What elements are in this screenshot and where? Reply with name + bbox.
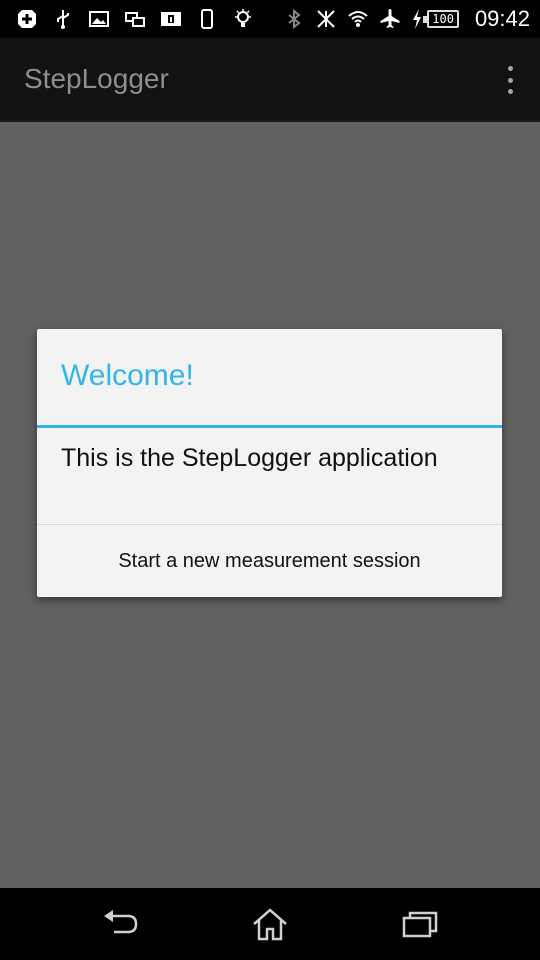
recents-icon[interactable] [400, 906, 440, 942]
phone-icon [196, 8, 218, 30]
dialog-message: This is the StepLogger application [61, 444, 438, 472]
overflow-dot [507, 77, 513, 83]
overflow-dot [507, 66, 513, 71]
image-icon [88, 8, 110, 30]
system-icons: 100 09:42 [283, 6, 530, 32]
status-bar: 100 09:42 [0, 0, 540, 38]
wifi-icon [347, 8, 369, 30]
app-title: StepLogger [24, 63, 169, 94]
status-clock: 09:42 [474, 6, 530, 31]
home-icon[interactable] [250, 906, 290, 942]
info-card-icon [160, 8, 182, 30]
action-bar: StepLogger [0, 38, 540, 122]
bluetooth-icon [283, 8, 305, 30]
bulb-icon [232, 8, 254, 30]
battery-indicator: 100 [411, 8, 459, 30]
title-divider [37, 425, 502, 428]
battery-level: 100 [423, 10, 459, 28]
navigation-bar [0, 888, 540, 960]
signal-off-icon [315, 8, 337, 30]
add-icon [16, 8, 38, 30]
overflow-dot [507, 89, 513, 94]
notification-icons [16, 8, 254, 30]
start-session-button[interactable]: Start a new measurement session [37, 525, 502, 597]
screens-icon [124, 8, 146, 30]
charging-icon [411, 8, 423, 30]
more-vert-icon[interactable] [502, 66, 518, 94]
airplane-icon [379, 8, 401, 30]
usb-icon [52, 8, 74, 30]
dialog-title: Welcome! [61, 359, 194, 392]
welcome-dialog: Welcome! This is the StepLogger applicat… [37, 329, 502, 597]
back-icon[interactable] [100, 906, 140, 942]
